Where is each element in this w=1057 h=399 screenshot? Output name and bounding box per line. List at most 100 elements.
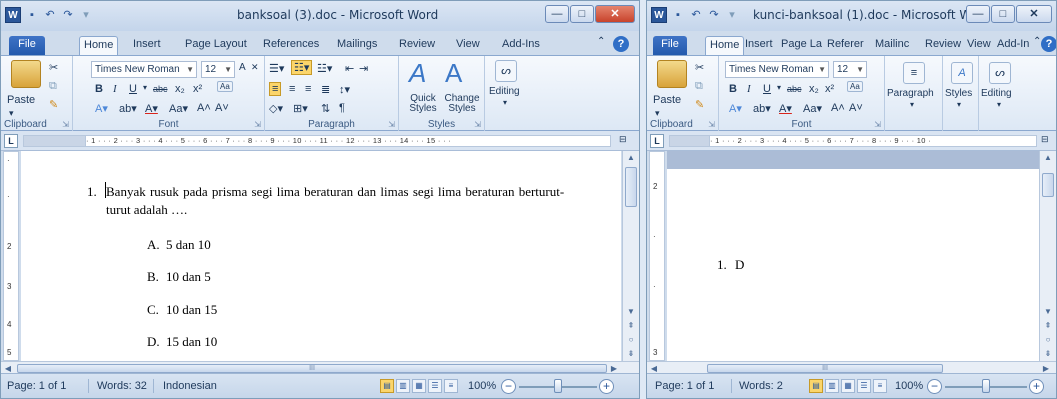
document-page[interactable]: 1. D	[667, 169, 1039, 379]
text-highlight-icon[interactable]: A▾	[729, 102, 742, 115]
tab-selector-icon[interactable]: L	[4, 134, 18, 148]
shading-icon[interactable]: ◇▾	[269, 102, 283, 115]
zoom-slider-thumb[interactable]	[982, 379, 990, 393]
scroll-down-icon[interactable]: ▼	[1040, 305, 1056, 319]
quick-styles-icon[interactable]: A	[409, 58, 426, 89]
web-layout-icon[interactable]: ▦	[841, 379, 855, 393]
previous-page-icon[interactable]: ⇞	[1040, 319, 1056, 333]
word-count[interactable]: Words: 32	[97, 380, 147, 392]
chevron-down-icon[interactable]: ▾	[910, 100, 914, 109]
maximize-button[interactable]: □	[570, 5, 594, 23]
scroll-thumb[interactable]	[1042, 173, 1054, 197]
clipboard-launcher-icon[interactable]: ⇲	[62, 120, 69, 129]
zoom-level[interactable]: 100%	[895, 380, 923, 392]
document-area[interactable]: 1. Banyak rusuk pada prisma segi lima be…	[21, 151, 621, 361]
language[interactable]: Indonesian	[163, 380, 217, 392]
undo-icon[interactable]: ↶	[43, 8, 57, 22]
print-layout-icon[interactable]: ▤	[809, 379, 823, 393]
next-page-icon[interactable]: ⇟	[1040, 347, 1056, 361]
outline-icon[interactable]: ☰	[857, 379, 871, 393]
close-button[interactable]: ✕	[1016, 5, 1052, 23]
font-color-icon[interactable]: A▾	[779, 102, 792, 115]
undo-icon[interactable]: ↶	[689, 8, 703, 22]
font-name-select[interactable]: Times New Roman ▼	[725, 61, 829, 78]
grow-font-icon[interactable]: A˄	[831, 102, 845, 114]
font-size-select[interactable]: 12 ▼	[833, 61, 867, 78]
change-case-icon[interactable]: Aa▾	[169, 102, 188, 115]
cut-icon[interactable]: ✂	[49, 61, 58, 74]
change-styles-icon[interactable]: A	[445, 58, 462, 89]
format-painter-icon[interactable]: ✎	[49, 98, 58, 111]
font-launcher-icon[interactable]: ⇲	[254, 120, 261, 129]
full-screen-reading-icon[interactable]: ▥	[396, 379, 410, 393]
tab-home[interactable]: Home	[705, 36, 745, 55]
text-effects-icon[interactable]: Aa	[847, 81, 863, 92]
show-hide-icon[interactable]: ¶	[339, 102, 345, 114]
draft-icon[interactable]: ≡	[444, 379, 458, 393]
text-highlight-icon[interactable]: A▾	[95, 102, 108, 115]
justify-icon[interactable]: ≣	[321, 83, 330, 96]
scroll-thumb[interactable]	[625, 167, 637, 207]
paste-button[interactable]: Paste	[7, 94, 35, 106]
chevron-down-icon[interactable]: ▾	[957, 100, 961, 109]
editing-button[interactable]: Editing	[489, 86, 520, 97]
clear-format-icon[interactable]: ✕	[251, 62, 259, 73]
paste-dropdown-icon[interactable]: ▾	[9, 108, 14, 119]
tab-insert[interactable]: Insert	[129, 36, 165, 55]
tab-home[interactable]: Home	[79, 36, 119, 55]
decrease-indent-icon[interactable]: ⇤	[345, 62, 354, 75]
tab-add-ins[interactable]: Add-Ins	[498, 36, 544, 55]
bold-icon[interactable]: B	[95, 83, 103, 95]
scroll-down-icon[interactable]: ▼	[623, 305, 639, 319]
view-ruler-icon[interactable]: ⊟	[619, 134, 627, 145]
redo-icon[interactable]: ↷	[707, 8, 721, 22]
title-bar[interactable]: W ▪ ↶ ↷ ▾ banksoal (3).doc - Microsoft W…	[1, 1, 639, 31]
paragraph-button[interactable]: Paragraph	[887, 88, 934, 99]
print-layout-icon[interactable]: ▤	[380, 379, 394, 393]
strikethrough-icon[interactable]: abc	[787, 84, 802, 94]
save-icon[interactable]: ▪	[671, 8, 685, 22]
styles-launcher-icon[interactable]: ⇲	[474, 120, 481, 129]
format-painter-icon[interactable]: ✎	[695, 98, 704, 111]
zoom-out-button[interactable]: −	[501, 379, 516, 394]
strikethrough-icon[interactable]: abc	[153, 84, 168, 94]
redo-icon[interactable]: ↷	[61, 8, 75, 22]
draft-icon[interactable]: ≡	[873, 379, 887, 393]
paste-icon[interactable]	[657, 60, 687, 88]
clipboard-launcher-icon[interactable]: ⇲	[708, 120, 715, 129]
horizontal-scroll-thumb[interactable]: III	[707, 364, 943, 373]
shrink-font-icon[interactable]: A˅	[849, 102, 863, 114]
line-spacing-icon[interactable]: ↕▾	[339, 83, 350, 96]
tab-file[interactable]: File	[9, 36, 45, 55]
bold-icon[interactable]: B	[729, 83, 737, 95]
vertical-scrollbar[interactable]: ▲ ▼ ⇞ ○ ⇟	[1039, 151, 1056, 361]
zoom-in-button[interactable]: +	[1029, 379, 1044, 394]
tab-add-ins[interactable]: Add-In	[993, 36, 1033, 55]
zoom-slider-thumb[interactable]	[554, 379, 562, 393]
highlight-color-icon[interactable]: ab▾	[119, 102, 137, 115]
title-bar[interactable]: W ▪ ↶ ↷ ▾ kunci-banksoal (1).doc - Micro…	[647, 1, 1056, 31]
superscript-icon[interactable]: x²	[193, 83, 202, 95]
subscript-icon[interactable]: x₂	[175, 83, 185, 95]
view-ruler-icon[interactable]: ⊟	[1041, 134, 1049, 145]
maximize-button[interactable]: □	[991, 5, 1015, 23]
dropdown-arrow-icon[interactable]: ▾	[143, 83, 147, 92]
increase-indent-icon[interactable]: ⇥	[359, 62, 368, 75]
tab-view[interactable]: View	[963, 36, 995, 55]
chevron-down-icon[interactable]: ▾	[997, 100, 1001, 109]
cut-icon[interactable]: ✂	[695, 61, 704, 74]
font-launcher-icon[interactable]: ⇲	[874, 120, 881, 129]
horizontal-ruler[interactable]: · 1 · · · 2 · · · 3 · · · 4 · · · 5 · · …	[709, 135, 1037, 147]
word-app-icon[interactable]: W	[5, 7, 21, 23]
copy-icon[interactable]: ⧉	[49, 80, 57, 93]
tab-mailings[interactable]: Mailings	[333, 36, 381, 55]
font-name-select[interactable]: Times New Roman ▼	[91, 61, 197, 78]
font-color-icon[interactable]: A▾	[145, 102, 158, 115]
vertical-ruler[interactable]: 2 · · 3	[649, 151, 665, 361]
tab-references[interactable]: References	[259, 36, 323, 55]
change-styles-button[interactable]: Change Styles	[443, 94, 481, 114]
paste-icon[interactable]	[11, 60, 41, 88]
binoculars-icon[interactable]: ᔕ	[495, 60, 517, 82]
superscript-icon[interactable]: x²	[825, 83, 834, 95]
shrink-font-icon[interactable]: A˅	[215, 102, 229, 114]
